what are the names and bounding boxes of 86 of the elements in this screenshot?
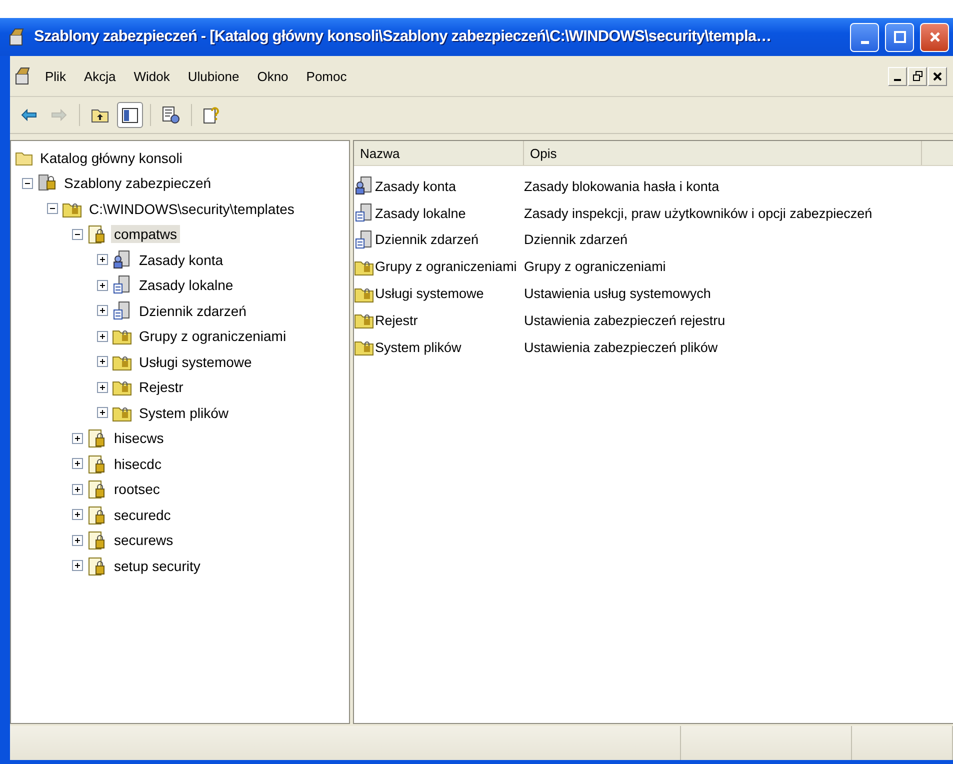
server-users-icon [112,250,132,270]
column-header[interactable]: Nazwa [354,141,524,165]
restore-icon [912,71,922,81]
menu-item[interactable]: Plik [38,66,73,86]
maximize-icon [894,31,906,43]
description-cell: Ustawienia zabezpieczeń rejestru [524,312,726,328]
tree-item[interactable]: System plików [136,404,232,422]
collapse-icon[interactable] [22,178,33,189]
menu-item[interactable]: Okno [250,66,296,86]
lock-document-icon [87,428,107,448]
expand-icon[interactable] [72,432,83,444]
tree-item[interactable]: Usługi systemowe [136,352,255,371]
export-list-icon [162,106,180,124]
expand-icon[interactable] [72,534,83,546]
tree-item[interactable]: Zasady lokalne [136,276,236,294]
tree-item[interactable]: hisecdc [111,454,164,473]
expand-icon[interactable] [97,280,108,291]
tree-item[interactable]: compatws [111,225,180,244]
list-item[interactable]: Dziennik zdarzeń [375,232,479,248]
maximize-button[interactable] [885,22,914,52]
minimize-icon [894,79,901,81]
back-arrow-icon [21,109,37,121]
tree-item[interactable]: Dziennik zdarzeń [136,302,250,320]
window-title: Szablony zabezpieczeń - [Katalog główny konsoli\Szablony zabezpieczeń\C:\WINDOWS\security\templa… [34,28,772,46]
menu-item[interactable]: Akcja [76,66,123,86]
menu-item[interactable]: Ulubione [180,66,246,86]
list-item[interactable]: System plików [375,340,462,355]
server-document-icon [112,275,132,296]
expand-icon[interactable] [97,407,108,418]
forward-arrow-icon [51,109,67,121]
server-users-icon [354,176,374,196]
description-cell: Grupy z ograniczeniami [524,259,666,274]
expand-icon[interactable] [97,254,108,266]
server-document-icon [112,300,132,321]
close-icon [928,31,940,43]
tree-item[interactable]: C:\WINDOWS\security\templates [86,200,298,218]
expand-icon[interactable] [97,382,108,393]
description-cell: Dziennik zdarzeń [524,232,628,248]
expand-icon[interactable] [72,484,83,495]
close-icon [933,72,942,80]
tree-item[interactable]: securews [111,531,176,550]
lock-document-icon [87,224,107,244]
expand-icon[interactable] [97,330,108,342]
close-button[interactable] [928,66,947,86]
list-item[interactable]: Zasady konta [375,178,456,194]
folder-icon [15,150,33,166]
restore-button[interactable] [908,66,927,86]
tree-item[interactable]: Grupy z ograniczeniami [136,327,290,346]
tree-item[interactable]: setup security [111,556,204,575]
lock-document-icon [87,454,107,474]
tree-item[interactable]: Szablony zabezpieczeń [61,174,214,192]
expand-icon[interactable] [97,305,108,316]
tree-item[interactable]: hisecws [111,429,167,448]
tree-item[interactable]: securedc [111,506,174,524]
list-item[interactable]: Rejestr [375,312,418,328]
description-cell: Ustawienia zabezpieczeń plików [524,340,718,355]
minimize-icon [860,40,868,44]
description-cell: Zasady blokowania hasła i konta [524,178,720,194]
menu-item[interactable]: Widok [126,66,177,86]
expand-icon[interactable] [97,356,108,368]
menu-item[interactable]: Pomoc [299,66,354,86]
help-icon [203,106,221,124]
collapse-icon[interactable] [47,203,58,214]
description-cell: Zasady inspekcji, praw użytkowników i opcji zabezpieczeń [524,206,872,221]
lock-document-icon [87,556,107,576]
tree-item[interactable]: rootsec [111,480,163,498]
tree-item[interactable]: Rejestr [136,378,186,396]
list-item[interactable]: Usługi systemowe [375,286,484,302]
lock-document-icon [87,479,107,500]
list-item[interactable]: Grupy z ograniczeniami [375,259,517,274]
description-cell: Ustawienia usług systemowych [524,286,711,302]
tree-item[interactable]: Zasady konta [136,250,226,269]
list-item[interactable]: Zasady lokalne [375,206,466,221]
tree-pane-icon [122,108,138,122]
column-header[interactable]: Opis [524,141,922,165]
lock-document-icon [87,530,107,550]
tree-item[interactable]: Katalog główny konsoli [37,148,186,167]
toolbar-button[interactable] [117,102,143,128]
expand-icon[interactable] [72,458,83,470]
expand-icon[interactable] [72,509,83,520]
expand-icon[interactable] [72,560,83,572]
server-lock-icon [37,173,57,194]
folder-up-icon [91,107,109,123]
minimize-button[interactable] [888,66,907,86]
lock-document-icon [87,504,107,525]
collapse-icon[interactable] [72,228,83,240]
